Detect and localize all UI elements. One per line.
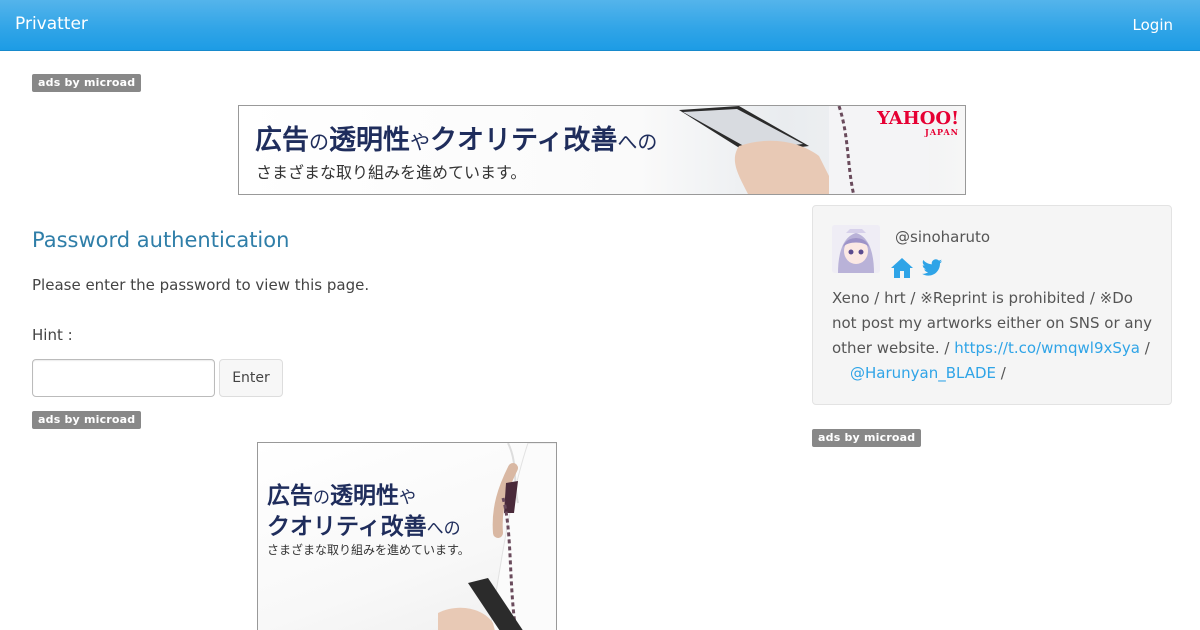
bio-separator: / [1000,364,1006,382]
page-title: Password authentication [32,228,290,252]
ads-badge[interactable]: ads by microad [812,429,922,447]
home-icon[interactable] [890,257,914,279]
hint-label: Hint : [32,326,73,344]
ad-headline: 広告の透明性やクオリティ改善への [255,125,658,156]
ads-badge[interactable]: ads by microad [32,74,142,92]
profile-handle[interactable]: @sinoharuto [895,228,990,246]
profile-card: @sinoharuto Xeno / hrt / ※Reprint is pro… [812,205,1172,405]
login-link[interactable]: Login [1133,16,1173,34]
bio-separator: / [1144,339,1150,357]
ad-banner-wide[interactable]: 広告の透明性やクオリティ改善への さまざまな取り組みを進めています。 YAHOO… [238,105,966,195]
ads-badge[interactable]: ads by microad [32,411,142,429]
ad-banner-square[interactable]: 広告の透明性や クオリティ改善への さまざまな取り組みを進めています。 [257,442,557,630]
ad-headline-line1: 広告の透明性や [267,483,416,509]
twitter-icon[interactable] [921,257,943,279]
ad-subline: さまざまな取り組みを進めています。 [256,163,527,182]
profile-links [890,257,945,279]
avatar[interactable] [832,225,880,273]
ad-subline: さまざまな取り組みを進めています。 [267,543,470,557]
profile-bio: Xeno / hrt / ※Reprint is prohibited / ※D… [832,286,1162,386]
navbar: Privatter Login [0,0,1200,51]
bio-mention-link[interactable]: @Harunyan_BLADE [850,364,996,382]
brand-link[interactable]: Privatter [15,14,88,34]
enter-button[interactable]: Enter [219,359,283,397]
password-input[interactable] [32,359,215,397]
ad-headline-line2: クオリティ改善への [267,514,461,540]
yahoo-logo: YAHOO! JAPAN [877,108,959,137]
bio-link[interactable]: https://t.co/wmqwl9xSya [954,339,1140,357]
page-description: Please enter the password to view this p… [32,276,370,294]
